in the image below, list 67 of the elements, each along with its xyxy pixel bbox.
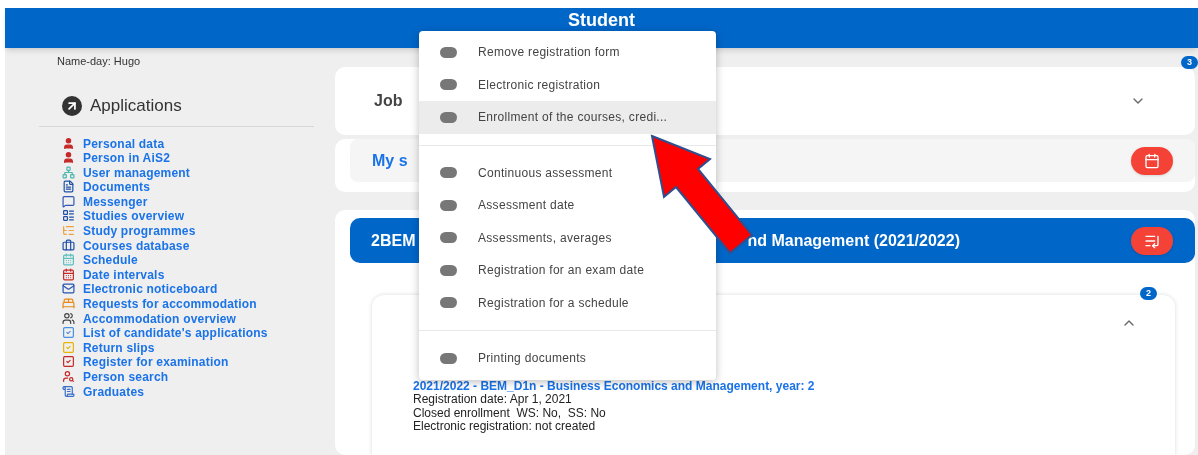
app-link-icon (62, 253, 75, 267)
sidebar-link[interactable]: Person in AiS2 (83, 151, 171, 166)
sidebar-link[interactable]: List of candidate's applications (83, 326, 268, 341)
count-badge: 2 (1140, 287, 1157, 300)
app-link-icon (62, 297, 75, 311)
bullet-icon (440, 264, 457, 276)
bullet-icon (440, 232, 457, 244)
programme-link[interactable]: 2021/2022 - BEM_D1n - Business Economics and Management, year: 2 (413, 379, 1175, 393)
sidebar-link[interactable]: Graduates (83, 384, 145, 399)
menu-item[interactable]: Printing documents (419, 342, 597, 375)
sidebar-link[interactable]: Date intervals (83, 267, 165, 282)
sidebar-link[interactable]: Messenger (83, 194, 148, 209)
sidebar-link[interactable]: Study programmes (83, 224, 196, 239)
bullet-icon (440, 297, 457, 309)
study-title: 2BEM (371, 230, 416, 251)
bullet-icon (440, 46, 457, 58)
sidebar-link[interactable]: Electronic noticeboard (83, 282, 218, 297)
registration-info-text: Closed enrollment WS: No, SS: No (413, 406, 607, 420)
menu-item[interactable]: Enrollment of the courses, credi... (419, 101, 716, 134)
app-link-icon (62, 224, 75, 238)
app-link-icon (62, 194, 75, 208)
bullet-icon (440, 79, 457, 91)
menu-item[interactable]: Electronic registration (419, 68, 611, 101)
app-link-icon (62, 136, 75, 150)
sidebar-link[interactable]: Courses database (83, 238, 190, 253)
sidebar-link[interactable]: Studies overview (83, 209, 185, 224)
app-link-icon (62, 165, 75, 179)
app-link-icon (62, 384, 75, 398)
calendar-icon (1144, 152, 1160, 169)
menu-item[interactable]: Assessments, averages (419, 221, 622, 254)
sidebar-link[interactable]: Personal data (83, 136, 165, 151)
sidebar-link[interactable]: Person search (83, 370, 169, 384)
app-link-icon (62, 355, 75, 369)
name-day-text: Name-day: Hugo (57, 54, 142, 68)
sidebar-link[interactable]: Documents (83, 180, 151, 195)
registration-info-text: Registration date: Apr 1, 2021 (413, 393, 573, 407)
bullet-icon (440, 352, 457, 364)
calendar-button[interactable] (1131, 146, 1173, 175)
app-link-icon (62, 370, 75, 383)
sidebar-link[interactable]: Accommodation overview (83, 311, 237, 326)
bullet-icon (440, 111, 457, 123)
app-link-icon (62, 151, 75, 165)
count-badge: 3 (1181, 56, 1198, 69)
app-link-icon (62, 209, 75, 223)
app-link-icon (62, 282, 75, 296)
registration-info-text: Electronic registration: not created (413, 420, 597, 434)
study-title: nd Management (2021/2022) (747, 230, 960, 251)
app-link-icon (62, 340, 75, 354)
menu-item[interactable]: Continuous assessment (419, 156, 623, 189)
applications-heading: Applications (90, 95, 182, 117)
menu-item[interactable]: Registration for a schedule (419, 286, 639, 319)
card-title: Job (374, 91, 403, 111)
app-link-icon (62, 180, 75, 194)
app-link-icon (62, 238, 75, 252)
bullet-icon (440, 167, 457, 179)
card-link[interactable]: My s (372, 148, 408, 173)
enroll-button[interactable] (1131, 226, 1173, 255)
sidebar-link[interactable]: Return slips (83, 340, 155, 355)
sidebar-link[interactable]: Requests for accommodation (83, 297, 257, 312)
app-link-icon (62, 267, 75, 281)
sidebar-link[interactable]: User management (83, 165, 191, 180)
sidebar-link[interactable]: Register for examination (83, 355, 229, 370)
app-link-icon (62, 311, 75, 325)
sidebar-link[interactable]: Schedule (83, 253, 138, 268)
bullet-icon (440, 199, 457, 211)
header-title: Student (568, 10, 635, 30)
app-link-icon (62, 326, 75, 340)
